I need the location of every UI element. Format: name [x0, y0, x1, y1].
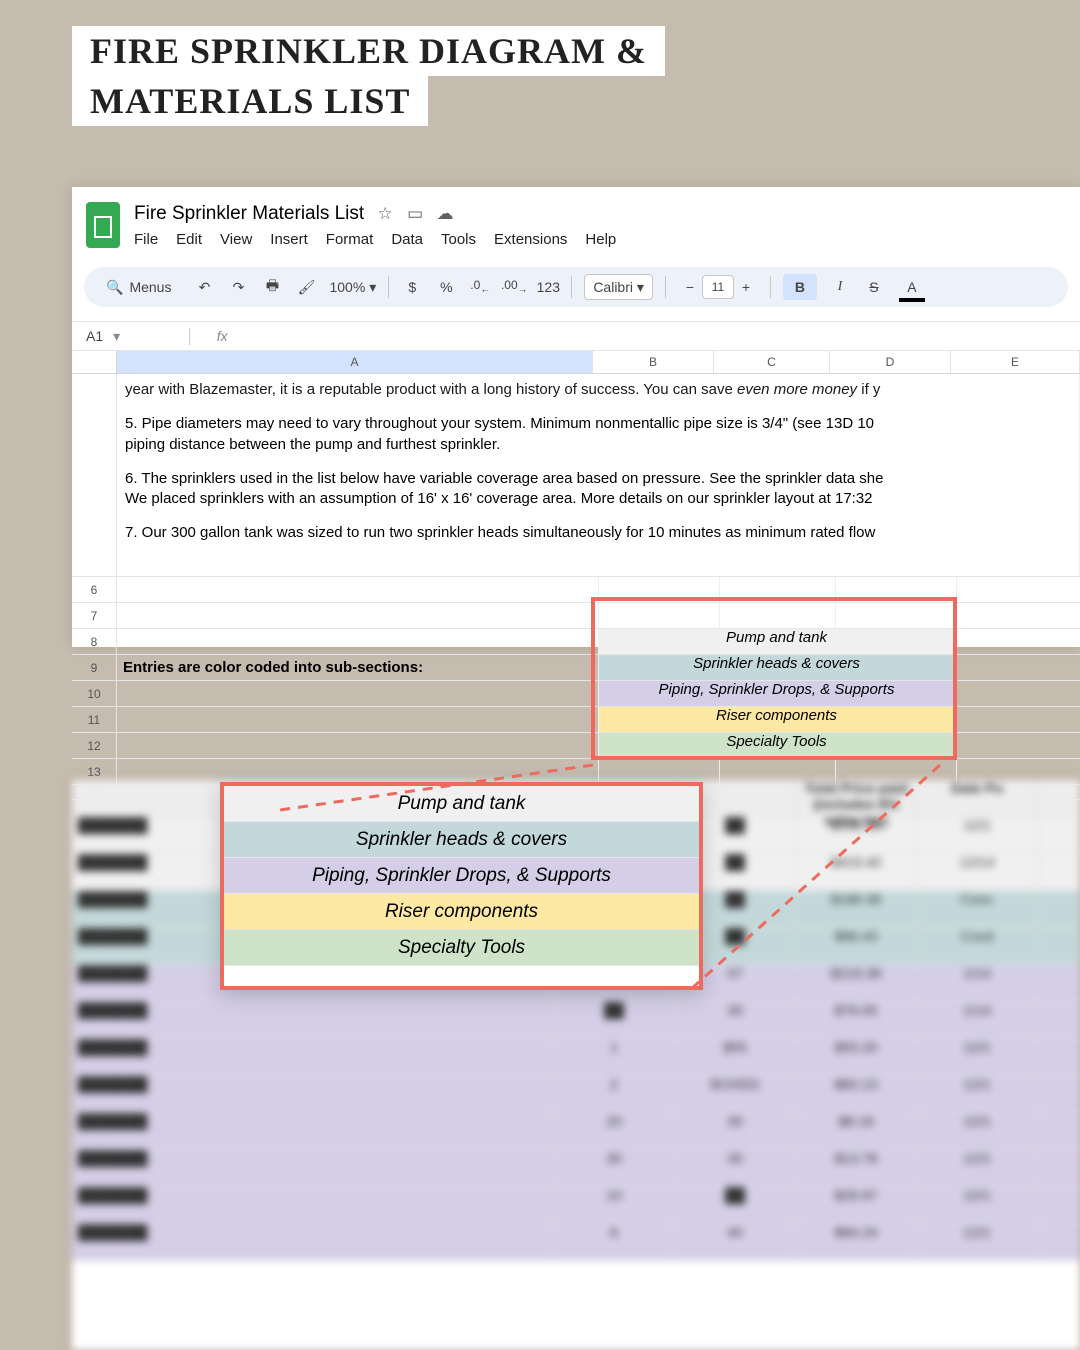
- table-row: year with Blazemaster, it is a reputable…: [72, 374, 1080, 577]
- print-icon[interactable]: 🖶: [261, 276, 283, 298]
- doc-title[interactable]: Fire Sprinkler Materials List: [134, 203, 364, 225]
- legend-pump-tank[interactable]: Pump and tank: [599, 629, 954, 654]
- cloud-icon[interactable]: ☁: [436, 204, 454, 224]
- legend-riser[interactable]: Riser components: [599, 707, 954, 732]
- grid: year with Blazemaster, it is a reputable…: [72, 374, 1080, 800]
- font-select[interactable]: Calibri ▾: [584, 274, 653, 300]
- bold-button[interactable]: B: [783, 274, 817, 300]
- undo-icon[interactable]: ↶: [193, 276, 215, 298]
- menu-edit[interactable]: Edit: [176, 231, 202, 248]
- font-size-stepper[interactable]: − 11 +: [678, 275, 758, 299]
- doc-bar: Fire Sprinkler Materials List ☆ ▭ ☁ File…: [72, 187, 1080, 255]
- legend-label[interactable]: Entries are color coded into sub-section…: [117, 655, 599, 680]
- popup-piping: Piping, Sprinkler Drops, & Supports: [224, 858, 699, 894]
- col-A[interactable]: A: [117, 351, 593, 373]
- font-size-decrease[interactable]: −: [678, 275, 702, 299]
- menu-insert[interactable]: Insert: [270, 231, 308, 248]
- zoom-select[interactable]: 100%▾: [329, 279, 376, 296]
- increase-decimal-button[interactable]: .00→: [503, 276, 525, 298]
- chevron-down-icon: ▾: [369, 279, 376, 296]
- popup-pump-tank: Pump and tank: [224, 786, 699, 822]
- column-headers: A B C D E: [72, 351, 1080, 374]
- popup-tools: Specialty Tools: [224, 930, 699, 966]
- menu-extensions[interactable]: Extensions: [494, 231, 567, 248]
- chevron-down-icon: ▾: [637, 279, 644, 296]
- menu-format[interactable]: Format: [326, 231, 374, 248]
- toolbar: 🔍 Menus ↶ ↷ 🖶 🖌 100%▾ $ % .0← .00→ 123 C…: [84, 267, 1068, 307]
- search-menus[interactable]: 🔍 Menus: [96, 275, 181, 300]
- legend-piping[interactable]: Piping, Sprinkler Drops, & Supports: [599, 681, 954, 706]
- menu-view[interactable]: View: [220, 231, 252, 248]
- spreadsheet-window: Fire Sprinkler Materials List ☆ ▭ ☁ File…: [72, 187, 1080, 647]
- search-icon: 🔍: [106, 279, 123, 296]
- percent-button[interactable]: %: [435, 276, 457, 298]
- menubar: File Edit View Insert Format Data Tools …: [134, 231, 616, 248]
- menu-tools[interactable]: Tools: [441, 231, 476, 248]
- font-size-value[interactable]: 11: [702, 275, 734, 299]
- col-D[interactable]: D: [830, 351, 951, 373]
- sheets-logo-icon[interactable]: [86, 202, 120, 248]
- redo-icon[interactable]: ↷: [227, 276, 249, 298]
- decrease-decimal-button[interactable]: .0←: [469, 276, 491, 298]
- popup-riser: Riser components: [224, 894, 699, 930]
- menu-data[interactable]: Data: [391, 231, 423, 248]
- popup-sprinkler-heads: Sprinkler heads & covers: [224, 822, 699, 858]
- strike-button[interactable]: S: [863, 276, 885, 298]
- text-color-button[interactable]: A: [897, 274, 927, 300]
- col-B[interactable]: B: [593, 351, 714, 373]
- page-title-line-2: MATERIALS LIST: [72, 76, 428, 126]
- currency-button[interactable]: $: [401, 276, 423, 298]
- legend-tools[interactable]: Specialty Tools: [599, 733, 954, 758]
- name-box-row: A1▾ │ fx: [72, 321, 1080, 351]
- legend-sprinkler-heads[interactable]: Sprinkler heads & covers: [599, 655, 954, 680]
- col-C[interactable]: C: [714, 351, 830, 373]
- menus-label: Menus: [129, 279, 171, 295]
- name-box[interactable]: A1▾: [72, 328, 186, 345]
- notes-cell[interactable]: year with Blazemaster, it is a reputable…: [117, 374, 1080, 576]
- paint-format-icon[interactable]: 🖌: [295, 276, 317, 298]
- legend-zoom-popup: Pump and tank Sprinkler heads & covers P…: [220, 782, 703, 990]
- col-E[interactable]: E: [951, 351, 1080, 373]
- fx-label: fx: [217, 328, 228, 344]
- italic-button[interactable]: I: [829, 276, 851, 298]
- menu-help[interactable]: Help: [585, 231, 616, 248]
- star-icon[interactable]: ☆: [376, 204, 394, 224]
- move-icon[interactable]: ▭: [406, 204, 424, 224]
- page-title: FIRE SPRINKLER DIAGRAM & MATERIALS LIST: [72, 26, 665, 126]
- select-all-corner[interactable]: [72, 351, 117, 373]
- menu-file[interactable]: File: [134, 231, 158, 248]
- format-123-button[interactable]: 123: [537, 276, 559, 298]
- font-size-increase[interactable]: +: [734, 275, 758, 299]
- page-title-line-1: FIRE SPRINKLER DIAGRAM &: [72, 26, 665, 76]
- chevron-down-icon: ▾: [113, 328, 120, 345]
